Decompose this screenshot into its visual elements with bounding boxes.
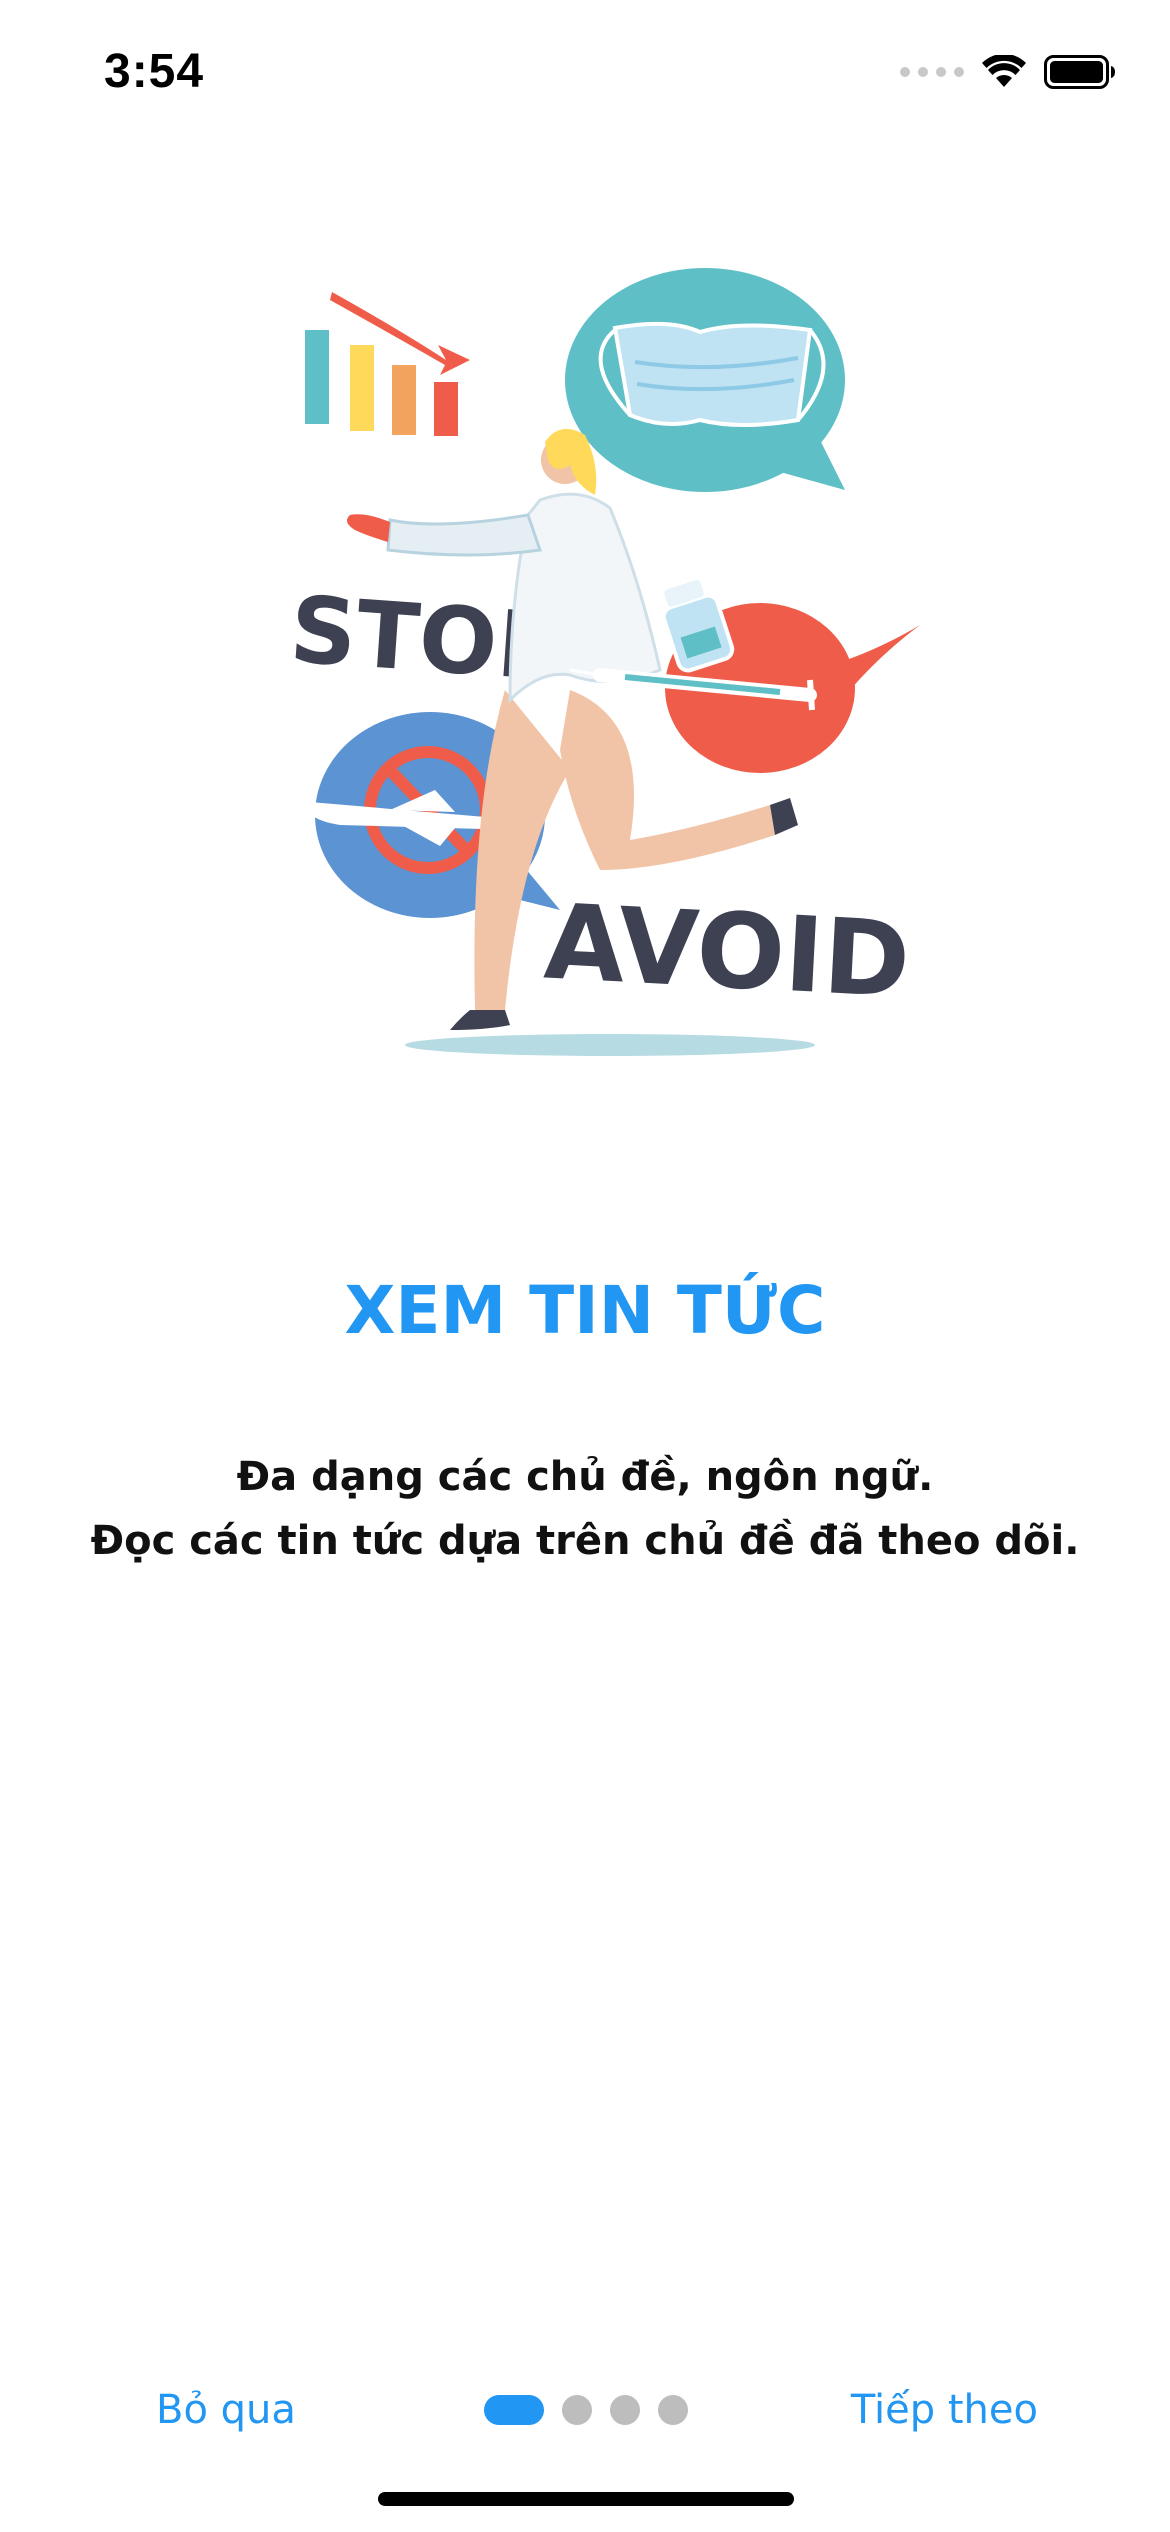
page-indicator (484, 2395, 688, 2425)
page-dot[interactable] (658, 2395, 688, 2425)
face-mask-bubble-icon (565, 268, 845, 492)
page-dot[interactable] (562, 2395, 592, 2425)
page-dot-active[interactable] (484, 2395, 544, 2425)
status-icons (900, 52, 1116, 92)
status-bar: 3:54 (0, 0, 1170, 140)
next-button[interactable]: Tiếp theo (851, 2370, 1038, 2450)
page-dot[interactable] (610, 2395, 640, 2425)
home-indicator[interactable] (378, 2492, 794, 2506)
ground-shadow (405, 1034, 815, 1056)
skip-button[interactable]: Bỏ qua (156, 2370, 296, 2450)
avoid-text: AVOID (542, 880, 913, 1021)
description-line-1: Đa dạng các chủ đề, ngôn ngữ. (236, 1454, 934, 1500)
declining-chart-icon (305, 292, 470, 436)
cellular-signal-icon (900, 67, 964, 77)
onboarding-illustration: STOP AVOID (287, 268, 920, 1056)
onboarding-title: XEM TIN TỨC (344, 1272, 826, 1349)
battery-icon (1044, 55, 1115, 89)
status-time: 3:54 (104, 45, 205, 98)
wifi-icon (982, 55, 1026, 87)
onboarding-description: Đa dạng các chủ đề, ngôn ngữ. Đọc các ti… (0, 1445, 1170, 1573)
bottom-navigation: Bỏ qua Tiếp theo (0, 2370, 1170, 2450)
description-line-2: Đọc các tin tức dựa trên chủ đề đã theo … (90, 1518, 1080, 1564)
